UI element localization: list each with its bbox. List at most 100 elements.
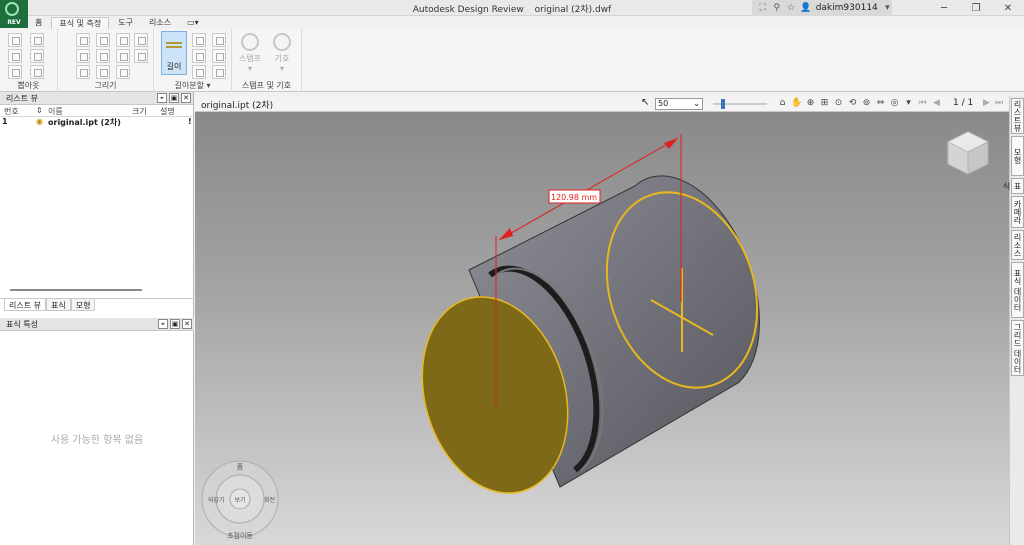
tab-home[interactable]: 홈 [28, 17, 49, 29]
empty-message: 사용 가능한 항목 없음 [50, 435, 144, 446]
right-side-tabs: 리스트뷰 모형 표식 카메라 리소스 표식 데이터 그리드 데이터 [1002, 96, 1024, 545]
side-tab-resources[interactable]: 리소스 [1011, 230, 1024, 260]
column-name[interactable]: 이름 [48, 106, 63, 117]
list-view-header: 리스트 뷰 ⌖ ▣ ✕ [0, 92, 193, 105]
pin-icon[interactable]: ⌖ [158, 319, 168, 329]
tab-tools[interactable]: 도구 [111, 17, 140, 29]
row-description: ! [188, 117, 192, 126]
camera-icon[interactable]: ▭▾ [180, 17, 206, 29]
left-panel: 리스트 뷰 ⌖ ▣ ✕ 번호 ⇕ 이름 크기 설명 1 ◉ original.i… [0, 92, 194, 545]
units-tool-icon[interactable] [212, 65, 226, 79]
symbol-icon [273, 33, 291, 51]
scale-tool-icon[interactable] [212, 49, 226, 63]
horizontal-scrollbar[interactable] [10, 289, 142, 291]
part-file-icon: ◉ [36, 117, 43, 126]
polyline-tool-icon[interactable] [76, 49, 90, 63]
model-scene[interactable]: 120.98 mm [195, 96, 1009, 545]
user-area[interactable]: ⛶ ⚲ ☆ 👤 dakim930114 ▾ [752, 0, 892, 16]
design-review-logo-icon [5, 2, 19, 16]
polygon-tool-icon[interactable] [96, 49, 110, 63]
username[interactable]: dakim930114 [816, 3, 878, 13]
document-title: original (2차).dwf [534, 5, 612, 15]
panel-tabs: 리스트 뷰 표식 모형 [0, 298, 194, 312]
select-tool-icon[interactable] [8, 33, 22, 47]
ribbon-group-measure: 길이 길이분할 ▾ [154, 29, 232, 92]
column-description[interactable]: 설명 [160, 106, 175, 117]
application-menu-button[interactable]: REV [0, 0, 28, 28]
side-tab-grid-data[interactable]: 그리드 데이터 [1011, 320, 1024, 376]
tab-list-view[interactable]: 리스트 뷰 [4, 299, 46, 311]
lasso-tool-icon[interactable] [8, 49, 22, 63]
area-tool-icon[interactable] [212, 33, 226, 47]
symbol-dropdown-icon: ▾ [279, 64, 284, 73]
angle-tool-icon[interactable] [192, 33, 206, 47]
column-size[interactable]: 크기 [132, 106, 147, 117]
calibrate-tool-icon[interactable] [192, 65, 206, 79]
search-tool-icon[interactable] [8, 65, 22, 79]
list-row[interactable]: 1 ◉ original.ipt (2차) ! [0, 117, 193, 128]
side-tab-markup-data[interactable]: 표식 데이터 [1011, 262, 1024, 318]
cloud-tool-icon[interactable] [30, 65, 44, 79]
box-tool-icon[interactable] [134, 33, 148, 47]
column-number[interactable]: 번호 [4, 106, 19, 117]
ribbon-group-select: 뽑아옷 [0, 29, 58, 92]
text-tool-icon[interactable] [116, 65, 130, 79]
pin-icon[interactable]: ⌖ [157, 93, 167, 103]
sort-icon[interactable]: ⇕ [36, 106, 43, 115]
tab-markup-measure[interactable]: 표식 및 측정 [51, 17, 110, 29]
link-icon[interactable]: ⚲ [772, 3, 781, 13]
dimension-label: 120.98 mm [551, 193, 597, 202]
compare-tool-icon[interactable] [192, 49, 206, 63]
stamp-button[interactable]: 스탬프 ▾ [236, 33, 264, 73]
list-view-columns: 번호 ⇕ 이름 크기 설명 [0, 105, 193, 117]
restore-button[interactable]: ❐ [960, 0, 992, 16]
tab-resources[interactable]: 리소스 [142, 17, 178, 29]
list-view-title: 리스트 뷰 [6, 94, 38, 103]
view-cube[interactable] [944, 128, 992, 176]
wheel-pan-label[interactable]: 초점이동 [227, 531, 253, 540]
rectangle-tool-icon[interactable] [96, 33, 110, 47]
navigation-wheel[interactable]: 줌 초점이동 되감기 회전 보기 [200, 455, 282, 543]
chevron-down-icon[interactable]: ▾ [883, 3, 892, 13]
star-icon[interactable]: ☆ [786, 3, 795, 13]
close-icon[interactable]: ✕ [182, 319, 192, 329]
pen-tool-icon[interactable] [116, 33, 130, 47]
length-button[interactable]: 길이 [161, 31, 187, 75]
shape-tool-icon[interactable] [134, 49, 148, 63]
minimize-button[interactable]: ─ [928, 0, 960, 16]
float-icon[interactable]: ▣ [170, 319, 180, 329]
line-tool-icon[interactable] [76, 33, 90, 47]
side-tab-model[interactable]: 모형 [1011, 136, 1024, 176]
wheel-zoom-label[interactable]: 줌 [237, 463, 244, 471]
stamp-icon [241, 33, 259, 51]
arrow-head-icon [664, 138, 678, 149]
float-icon[interactable]: ▣ [169, 93, 179, 103]
row-name: original.ipt (2차) [48, 118, 121, 127]
tab-model[interactable]: 모형 [70, 299, 96, 311]
binoculars-icon[interactable]: ⛶ [758, 3, 767, 13]
close-icon[interactable]: ✕ [181, 93, 191, 103]
close-button[interactable]: ✕ [992, 0, 1024, 16]
ribbon-group-draw: 그리기 [58, 29, 154, 92]
arrow-tool-icon[interactable] [76, 65, 90, 79]
length-icon [166, 42, 182, 48]
note-tool-icon[interactable] [30, 49, 44, 63]
callout-tool-icon[interactable] [30, 33, 44, 47]
user-icon[interactable]: 👤 [800, 3, 811, 13]
stamp-label: 스탬프 [238, 54, 262, 63]
highlighter-tool-icon[interactable] [96, 65, 110, 79]
ellipse-tool-icon[interactable] [116, 49, 130, 63]
wheel-center-label[interactable]: 보기 [234, 496, 245, 504]
side-tab-list-view[interactable]: 리스트뷰 [1011, 98, 1024, 134]
wheel-rewind-label[interactable]: 되감기 [208, 496, 225, 504]
row-number: 1 [2, 117, 8, 126]
side-tab-camera[interactable]: 카메라 [1011, 196, 1024, 228]
wheel-orbit-label[interactable]: 회전 [264, 496, 275, 504]
side-tab-markups[interactable]: 표식 [1002, 178, 1024, 194]
app-button-label: REV [7, 19, 21, 26]
group-label[interactable]: 길이분할 ▾ [154, 80, 231, 91]
tab-markups[interactable]: 표식 [45, 299, 71, 311]
group-label: 스탬프 및 기호 [241, 81, 292, 90]
group-label: 그리기 [94, 81, 117, 90]
symbol-button[interactable]: 기호 ▾ [268, 33, 296, 73]
